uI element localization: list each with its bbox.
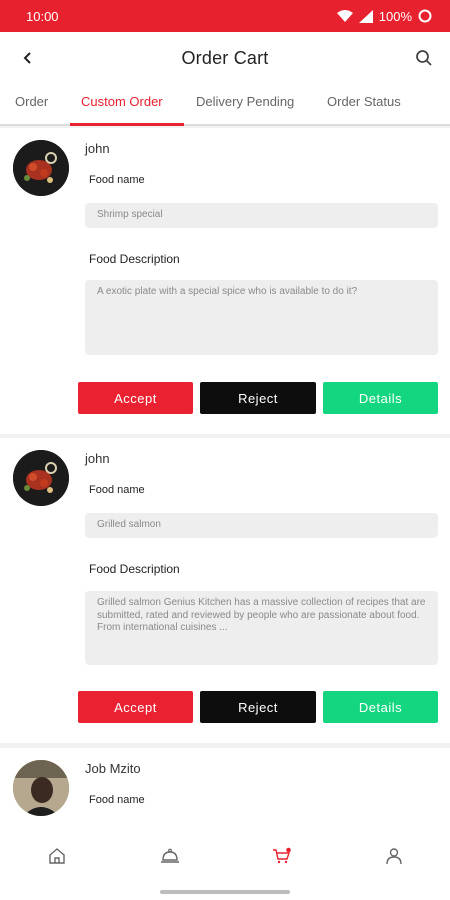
food-description-label: Food Description: [89, 252, 180, 266]
order-card: john Food name Grilled salmon Food Descr…: [0, 438, 450, 743]
food-description-field[interactable]: A exotic plate with a special spice who …: [85, 280, 438, 355]
search-icon: [416, 50, 432, 66]
signal-icon: [358, 9, 373, 23]
tab-order[interactable]: Order: [15, 94, 48, 109]
tab-order-status[interactable]: Order Status: [327, 94, 401, 109]
battery-icon: [418, 9, 432, 23]
customer-name: Job Mzito: [85, 761, 141, 776]
battery-percent: 100%: [378, 8, 412, 24]
food-name-field[interactable]: Shrimp special: [85, 203, 438, 228]
accept-button[interactable]: Accept: [78, 382, 193, 414]
home-indicator[interactable]: [160, 890, 290, 894]
nav-menu[interactable]: [158, 844, 182, 868]
order-card: Job Mzito Food name: [0, 748, 450, 822]
back-arrow-icon: [23, 52, 31, 64]
customer-name: john: [85, 451, 110, 466]
food-name-label: Food name: [89, 794, 145, 806]
tab-delivery-pending[interactable]: Delivery Pending: [196, 94, 294, 109]
avatar: [13, 760, 69, 816]
food-name-label: Food name: [89, 174, 145, 186]
page-title: Order Cart: [181, 47, 269, 68]
food-plate-image: [13, 450, 69, 506]
active-tab-indicator: [70, 123, 184, 126]
bottom-navigation: [0, 822, 450, 900]
nav-profile[interactable]: [382, 844, 406, 868]
status-time: 10:00: [26, 8, 59, 24]
status-bar: 10:00 100%: [0, 0, 450, 32]
cloche-icon: [161, 848, 179, 863]
nav-cart[interactable]: [270, 844, 294, 868]
food-name-label: Food name: [89, 484, 145, 496]
details-button[interactable]: Details: [323, 382, 438, 414]
cart-icon: [273, 847, 291, 864]
back-button[interactable]: [14, 44, 42, 72]
customer-name: john: [85, 141, 110, 156]
status-icons: 100%: [336, 8, 432, 24]
food-plate-image: [13, 140, 69, 196]
accept-button[interactable]: Accept: [78, 691, 193, 723]
person-photo: [13, 760, 69, 816]
food-description-field[interactable]: Grilled salmon Genius Kitchen has a mass…: [85, 591, 438, 665]
app-bar: Order Cart: [0, 32, 450, 84]
avatar: [13, 140, 69, 196]
tab-bar: Order Custom Order Delivery Pending Orde…: [0, 84, 450, 126]
tab-custom-order[interactable]: Custom Order: [81, 94, 163, 109]
food-name-field[interactable]: Grilled salmon: [85, 513, 438, 538]
avatar: [13, 450, 69, 506]
order-card: john Food name Shrimp special Food Descr…: [0, 128, 450, 434]
nav-home[interactable]: [45, 844, 69, 868]
food-description-label: Food Description: [89, 562, 180, 576]
home-icon: [49, 848, 65, 864]
search-button[interactable]: [410, 44, 438, 72]
reject-button[interactable]: Reject: [200, 382, 316, 414]
wifi-icon: [336, 10, 353, 22]
profile-icon: [386, 848, 402, 865]
details-button[interactable]: Details: [323, 691, 438, 723]
reject-button[interactable]: Reject: [200, 691, 316, 723]
